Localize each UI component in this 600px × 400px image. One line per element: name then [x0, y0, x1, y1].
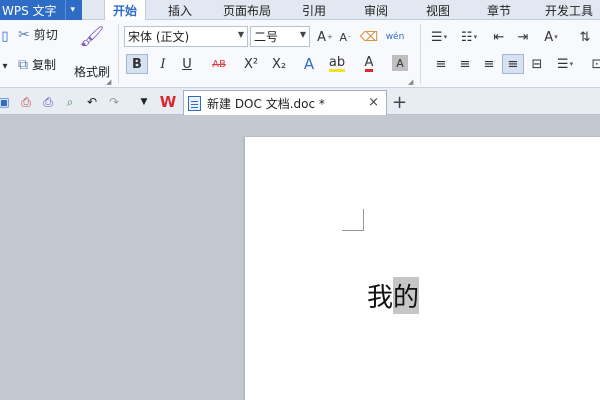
document-tab[interactable]: 新建 DOC 文档.doc * ×: [183, 90, 387, 115]
tab-view[interactable]: 视图: [420, 0, 456, 20]
app-menu-caret-icon[interactable]: ▾: [64, 0, 75, 20]
app-name: WPS 文字: [2, 3, 57, 18]
redo-icon[interactable]: ↷: [106, 94, 122, 110]
margin-corner-mark: [342, 209, 364, 231]
cut-button[interactable]: ✂ 剪切: [18, 26, 58, 43]
quick-access-bar: ▣ ⎙ ⎙ ⌕ ↶ ↷ ▼ W 新建 DOC 文档.doc * × +: [0, 88, 600, 115]
subscript-button[interactable]: X₂: [268, 54, 290, 74]
cut-label: 剪切: [33, 28, 58, 42]
paste-icon[interactable]: ▯: [0, 26, 16, 46]
undo-icon[interactable]: ↶: [84, 94, 100, 110]
format-painter-label: 格式刷: [73, 65, 110, 79]
chinese-layout-icon[interactable]: A ▾: [540, 27, 562, 47]
chevron-down-icon: ▼: [299, 30, 306, 39]
brush-icon: 🖌: [79, 24, 105, 48]
decrease-indent-icon[interactable]: ⇤: [488, 27, 510, 47]
document-text[interactable]: 我 的: [367, 277, 420, 314]
copy-button[interactable]: ⧉ 复制: [18, 56, 56, 73]
numbered-list-icon[interactable]: ☷ ▾: [458, 27, 480, 47]
increase-indent-icon[interactable]: ⇥: [512, 27, 534, 47]
divider: [420, 24, 421, 84]
align-right-icon[interactable]: ≡: [478, 54, 500, 74]
scissors-icon: ✂: [18, 26, 30, 43]
customize-toolbar-icon[interactable]: ▼: [136, 94, 152, 110]
tab-references[interactable]: 引用: [296, 0, 332, 20]
tab-developer[interactable]: 开发工具: [540, 0, 598, 20]
menu-bar: WPS 文字 ▾ 开始 插入 页面布局 引用 审阅 视图 章节 开发工具: [0, 0, 600, 21]
document-tab-title: 新建 DOC 文档.doc *: [207, 96, 325, 111]
char-shading-icon[interactable]: A: [392, 55, 408, 71]
shrink-font-icon[interactable]: A-: [334, 27, 356, 47]
document-page[interactable]: 我 的: [245, 137, 600, 400]
tab-chapter[interactable]: 章节: [481, 0, 517, 20]
bold-button[interactable]: B: [126, 54, 148, 74]
selected-char: 的: [393, 277, 420, 314]
font-dialog-launcher-icon[interactable]: ◢: [408, 78, 413, 86]
document-char: 我: [367, 283, 394, 313]
ribbon: ▯ ▾ ✂ 剪切 ⧉ 复制 🖌 格式刷 ◢ 宋体 (正文) ▼ 二号 ▼ A + …: [0, 20, 600, 88]
save-icon[interactable]: ▣: [0, 94, 12, 110]
align-left-icon[interactable]: ≡: [430, 54, 452, 74]
strikethrough-button[interactable]: AB: [208, 54, 230, 74]
print-preview-icon[interactable]: ⌕: [62, 94, 78, 110]
tab-page-layout[interactable]: 页面布局: [218, 0, 276, 20]
grow-font-icon[interactable]: A +: [314, 27, 336, 47]
phonetic-guide-icon[interactable]: wén: [384, 27, 406, 47]
font-size-select[interactable]: 二号 ▼: [250, 26, 310, 47]
underline-button[interactable]: U: [176, 54, 198, 74]
format-painter-button[interactable]: 🖌 格式刷: [72, 24, 112, 80]
tab-review[interactable]: 审阅: [358, 0, 394, 20]
text-effect-icon[interactable]: A: [298, 54, 320, 74]
font-size-value: 二号: [254, 30, 279, 44]
font-color-icon[interactable]: A: [358, 54, 380, 74]
copy-icon: ⧉: [18, 56, 28, 73]
clear-format-icon[interactable]: ⌫: [358, 27, 380, 47]
app-menu-button[interactable]: WPS 文字 ▾: [0, 0, 82, 20]
align-center-icon[interactable]: ≡: [454, 54, 476, 74]
paste-dropdown-icon[interactable]: ▾: [0, 56, 16, 76]
chevron-down-icon: ▼: [237, 30, 244, 39]
close-icon[interactable]: ×: [368, 95, 379, 110]
italic-button[interactable]: I: [152, 54, 174, 74]
export-pdf-icon[interactable]: ⎙: [18, 94, 34, 110]
font-name-value: 宋体 (正文): [128, 30, 190, 44]
justify-icon[interactable]: ≡: [502, 54, 524, 74]
font-name-select[interactable]: 宋体 (正文) ▼: [124, 26, 248, 47]
distributed-align-icon[interactable]: ⊟: [526, 54, 548, 74]
tab-insert[interactable]: 插入: [162, 0, 198, 20]
tab-home[interactable]: 开始: [104, 0, 146, 21]
divider: [118, 24, 119, 84]
document-icon: [188, 95, 201, 111]
line-spacing-icon[interactable]: ☰ ▾: [554, 54, 576, 74]
copy-label: 复制: [32, 58, 57, 72]
superscript-button[interactable]: X²: [240, 54, 262, 74]
sort-icon[interactable]: ⇅: [574, 27, 596, 47]
print-icon[interactable]: ⎙: [40, 94, 56, 110]
highlight-color-icon[interactable]: ab: [326, 54, 348, 74]
wps-logo-icon[interactable]: W: [158, 92, 178, 112]
bullet-list-icon[interactable]: ☰ ▾: [428, 27, 450, 47]
clipboard-dialog-launcher-icon[interactable]: ◢: [106, 78, 111, 86]
paragraph-mark-icon[interactable]: ⊡: [586, 54, 600, 74]
new-tab-icon[interactable]: +: [392, 92, 407, 113]
